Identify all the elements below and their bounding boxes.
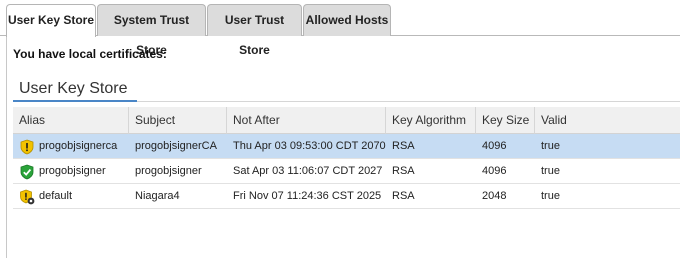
not-after-cell: Sat Apr 03 11:06:07 CDT 2027 [233, 165, 383, 177]
key-algorithm-cell: RSA [392, 165, 415, 177]
alias-text: progobjsignerca [39, 140, 118, 152]
key-size-cell: 2048 [482, 190, 507, 202]
valid-cell: true [541, 190, 560, 202]
alias-cell: progobjsignerca [13, 134, 129, 159]
key-algorithm-cell: RSA [392, 140, 415, 152]
subject-cell: progobjsigner [135, 165, 202, 177]
table-row[interactable]: progobjsigner progobjsigner Sat Apr 03 1… [13, 159, 680, 184]
intro-text: You have local certificates: [13, 47, 167, 61]
not-after-cell: Thu Apr 03 09:53:00 CDT 2070 [233, 140, 386, 152]
not-after-cell: Fri Nov 07 11:24:36 CST 2025 [233, 190, 382, 202]
certificate-table: Alias Subject Not After Key Algorithm Ke… [13, 107, 680, 209]
key-size-cell: 4096 [482, 140, 507, 152]
tab-bar: User Key Store System Trust Store User T… [0, 0, 680, 57]
section-title: User Key Store [13, 76, 137, 102]
key-algorithm-cell: RSA [392, 190, 415, 202]
alias-cell: progobjsigner [13, 159, 129, 184]
shield-warning-icon [19, 139, 35, 155]
table-header: Alias Subject Not After Key Algorithm Ke… [13, 107, 680, 134]
valid-cell: true [541, 140, 560, 152]
tab-user-key-store[interactable]: User Key Store [6, 4, 96, 37]
subject-cell: progobjsignerCA [135, 140, 217, 152]
column-header-valid[interactable]: Valid [535, 107, 680, 134]
valid-cell: true [541, 165, 560, 177]
column-header-alias[interactable]: Alias [13, 107, 129, 134]
column-header-key-algorithm[interactable]: Key Algorithm [386, 107, 476, 134]
tab-allowed-hosts[interactable]: Allowed Hosts [303, 4, 391, 36]
subject-cell: Niagara4 [135, 190, 180, 202]
tab-system-trust-store[interactable]: System Trust Store [97, 4, 206, 57]
alias-text: progobjsigner [39, 165, 106, 177]
tab-user-trust-store[interactable]: User Trust Store [207, 4, 302, 57]
section-divider [137, 101, 680, 102]
column-header-not-after[interactable]: Not After [227, 107, 386, 134]
column-header-subject[interactable]: Subject [129, 107, 227, 134]
shield-warning-gear-icon [19, 189, 35, 205]
alias-cell: default [13, 184, 129, 209]
table-row[interactable]: default Niagara4 Fri Nov 07 11:24:36 CST… [13, 184, 680, 209]
key-size-cell: 4096 [482, 165, 507, 177]
column-header-key-size[interactable]: Key Size [476, 107, 535, 134]
table-row[interactable]: progobjsignerca progobjsignerCA Thu Apr … [13, 134, 680, 159]
shield-check-icon [19, 164, 35, 180]
alias-text: default [39, 190, 73, 202]
